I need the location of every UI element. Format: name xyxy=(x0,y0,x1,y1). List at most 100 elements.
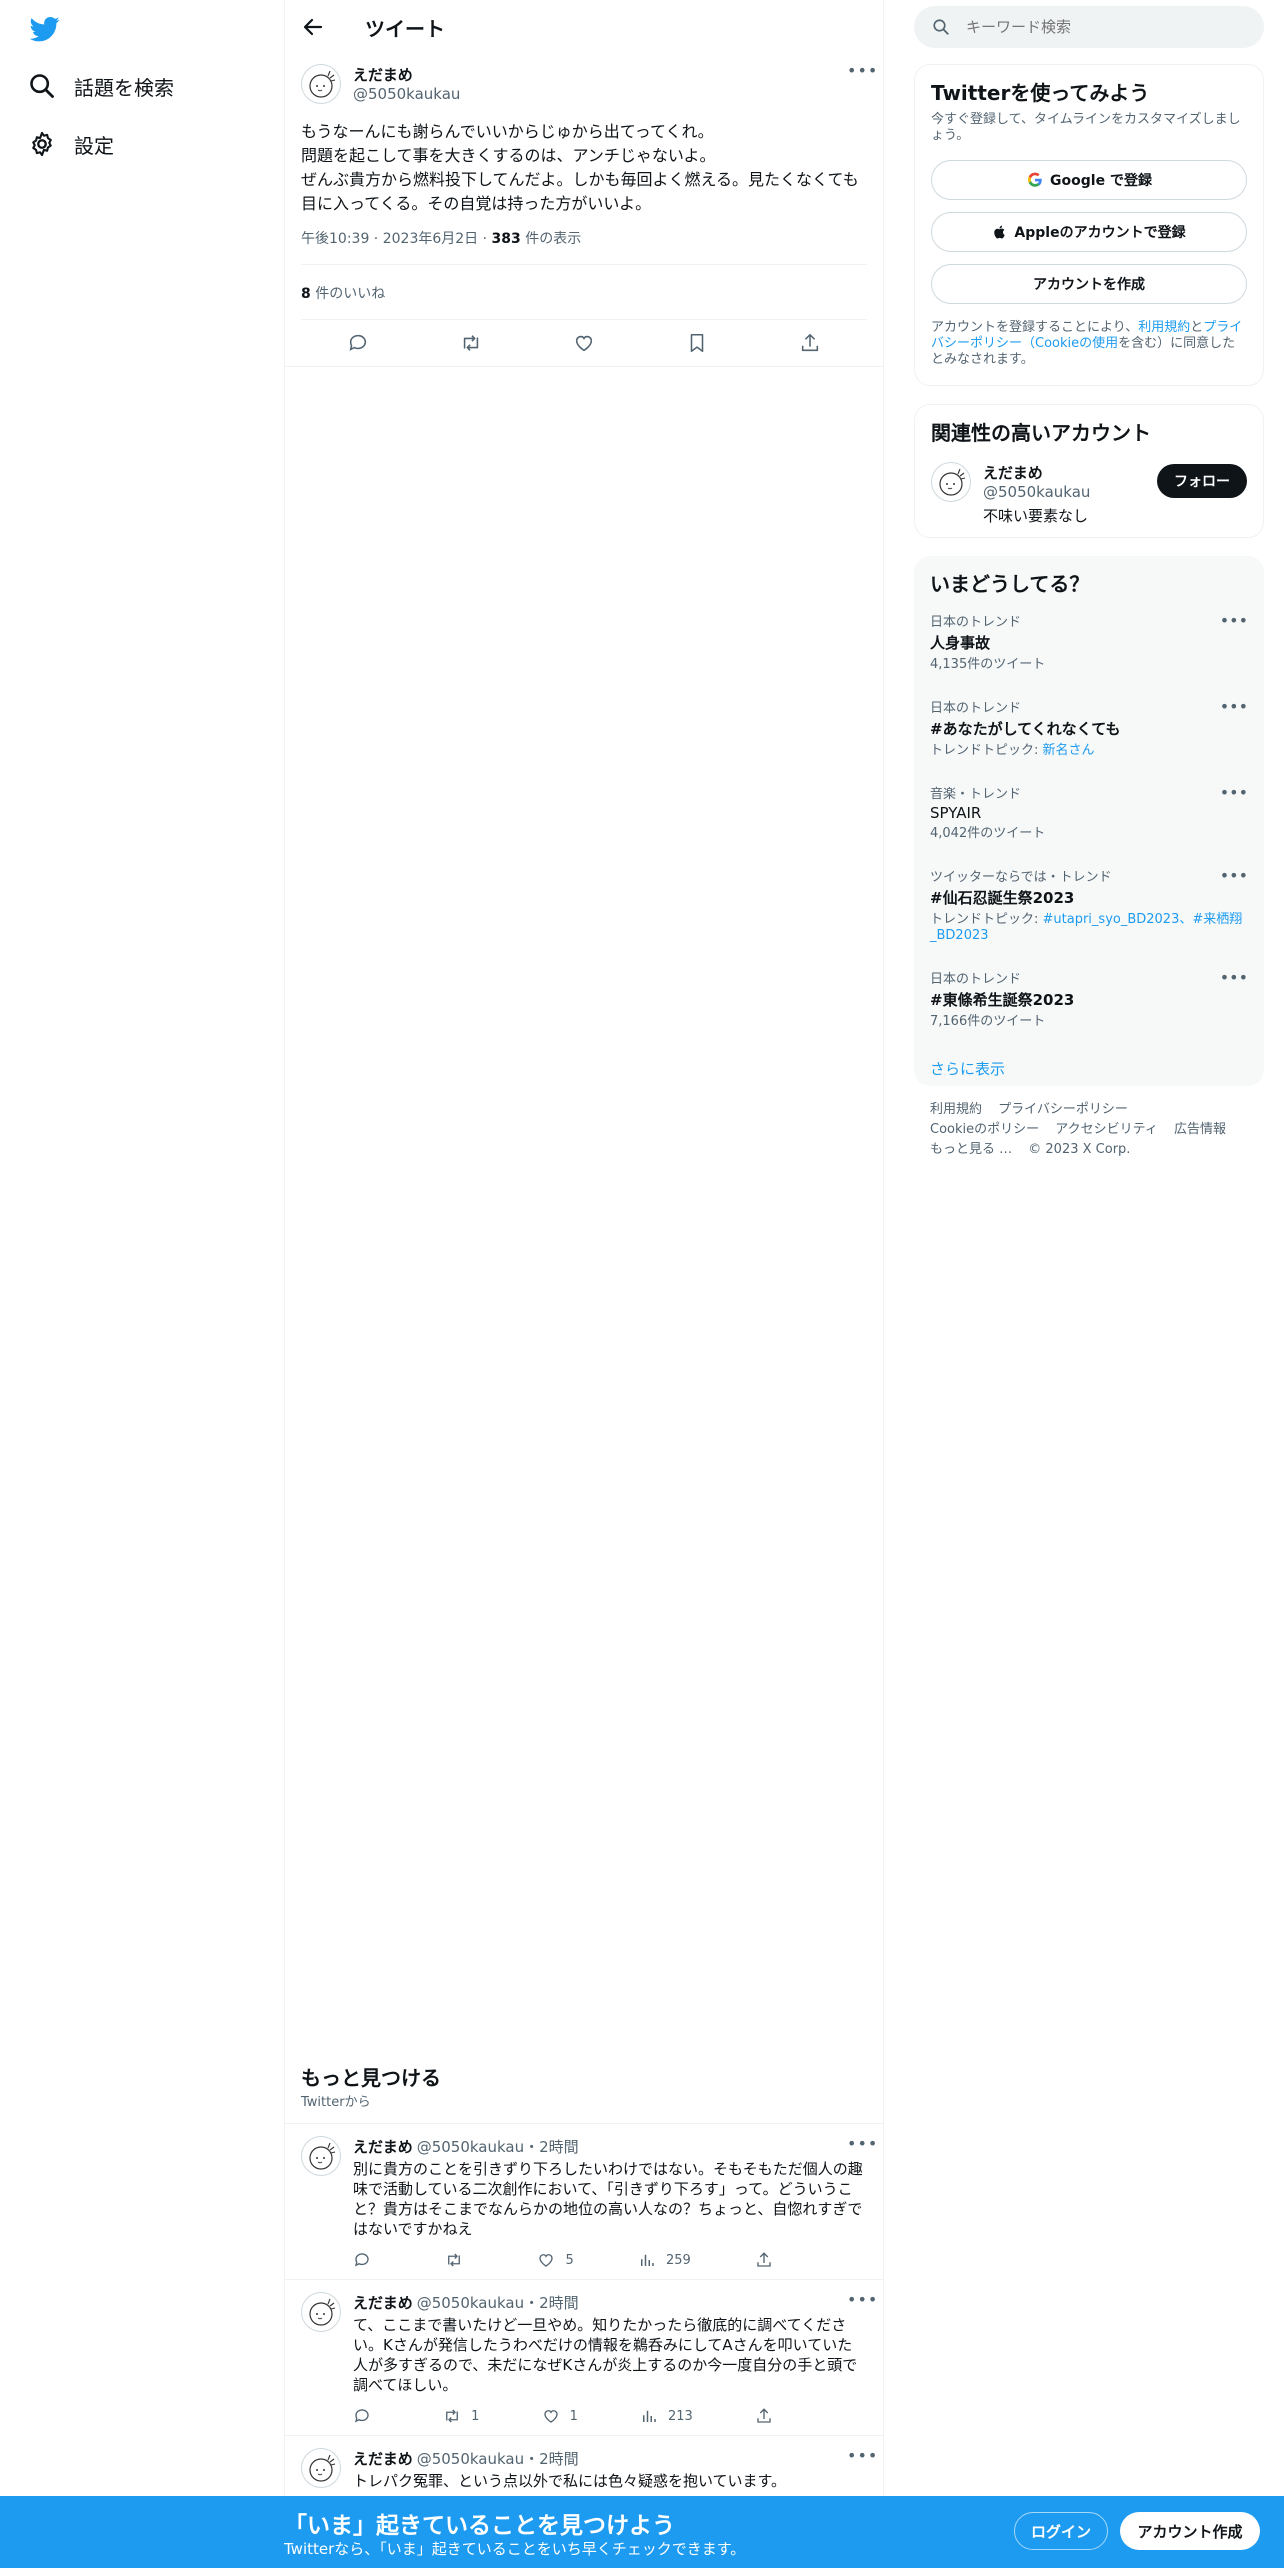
avatar[interactable] xyxy=(301,2448,341,2488)
google-signup-button[interactable]: Google で登録 xyxy=(931,160,1247,200)
discover-title: もっと見つける xyxy=(301,2066,441,2090)
author-handle[interactable]: @5050kaukau xyxy=(353,85,847,103)
like-button[interactable]: 5 xyxy=(537,2251,574,2269)
discover-more-section: もっと見つける Twitterから えだまめ @5050kaukau・2時間 •… xyxy=(285,2062,883,2502)
post-time[interactable]: ・2時間 xyxy=(524,2294,579,2312)
feed-tweet[interactable]: えだまめ @5050kaukau・2時間 ••• て、ここまで書いたけど一旦やめ… xyxy=(285,2280,883,2436)
footer-link-more[interactable]: もっと見る … xyxy=(930,1140,1012,1160)
gear-icon xyxy=(32,131,52,157)
avatar[interactable] xyxy=(301,2136,341,2176)
terms-link[interactable]: 利用規約 xyxy=(1138,320,1190,335)
trend-sub-text: 4,042件のツイート xyxy=(930,826,1046,841)
bookmark-icon[interactable] xyxy=(686,332,708,354)
like-count: 1 xyxy=(569,2408,578,2424)
author-handle: @5050kaukau・2時間 xyxy=(417,2136,847,2157)
handle-text[interactable]: @5050kaukau xyxy=(417,2294,524,2312)
author-name[interactable]: えだまめ xyxy=(353,2448,413,2469)
related-name[interactable]: えだまめ xyxy=(983,462,1157,483)
follow-button[interactable]: フォロー xyxy=(1157,464,1247,498)
feed-tweet[interactable]: えだまめ @5050kaukau・2時間 ••• トレパク冤罪、という点以外で私… xyxy=(285,2436,883,2502)
like-button[interactable]: 1 xyxy=(542,2407,578,2425)
views-button[interactable]: 259 xyxy=(638,2251,691,2269)
handle-text[interactable]: @5050kaukau xyxy=(417,2138,524,2156)
retweet-icon[interactable] xyxy=(460,332,482,354)
more-options-icon[interactable]: ••• xyxy=(1220,783,1248,802)
more-options-icon[interactable]: ••• xyxy=(847,2447,877,2469)
reply-icon[interactable] xyxy=(347,332,369,354)
signup-title: Twitterを使ってみよう xyxy=(931,81,1150,105)
twitter-bird-icon[interactable] xyxy=(28,14,62,44)
retweet-count: 1 xyxy=(471,2408,480,2424)
handle-text[interactable]: @5050kaukau xyxy=(417,2450,524,2468)
more-options-icon[interactable]: ••• xyxy=(1220,866,1248,885)
tweet-time[interactable]: 午後10:39 xyxy=(301,231,369,247)
search-input[interactable] xyxy=(966,18,1226,36)
show-more-link[interactable]: さらに表示 xyxy=(930,1058,1248,1079)
signup-terms: アカウントを登録することにより、利用規約とプライバシーポリシー（Cookieの使… xyxy=(931,320,1247,368)
more-options-icon[interactable]: ••• xyxy=(847,2135,877,2157)
footer-link-cookies[interactable]: Cookieのポリシー xyxy=(930,1120,1039,1140)
trend-sub-text: トレンドトピック: xyxy=(930,912,1043,927)
author-name[interactable]: えだまめ xyxy=(353,2136,413,2157)
avatar[interactable] xyxy=(301,2292,341,2332)
trend-subtitle: トレンドトピック: #utapri_syo_BD2023、#来栖翔_BD2023 xyxy=(930,912,1248,944)
share-button[interactable] xyxy=(755,2251,783,2269)
avatar[interactable] xyxy=(301,64,341,104)
terms-and: と xyxy=(1190,320,1204,335)
google-icon xyxy=(1028,172,1042,187)
reply-button[interactable] xyxy=(353,2407,381,2425)
footer-link-privacy[interactable]: プライバシーポリシー xyxy=(998,1100,1128,1120)
trend-sub-text: 7,166件のツイート xyxy=(930,1014,1046,1029)
trend-item[interactable]: 音楽・トレンド SPYAIR 4,042件のツイート ••• xyxy=(930,783,1248,842)
footer-copyright: © 2023 X Corp. xyxy=(1028,1142,1131,1157)
more-options-icon[interactable]: ••• xyxy=(847,63,877,84)
retweet-button[interactable]: 1 xyxy=(443,2407,479,2425)
login-button[interactable]: ログイン xyxy=(1014,2512,1108,2550)
views-button[interactable]: 213 xyxy=(640,2407,693,2425)
more-options-icon[interactable]: ••• xyxy=(1220,611,1248,630)
feed-tweet[interactable]: えだまめ @5050kaukau・2時間 ••• 別に貴方のことを引きずり下ろし… xyxy=(285,2124,883,2280)
trend-item[interactable]: 日本のトレンド #東條希生誕祭2023 7,166件のツイート ••• xyxy=(930,968,1248,1030)
author-handle: @5050kaukau・2時間 xyxy=(417,2448,847,2469)
sidebar-item-label: 話題を検索 xyxy=(74,75,174,100)
trend-item[interactable]: ツイッターならでは・トレンド #仙石忍誕生祭2023 トレンドトピック: #ut… xyxy=(930,866,1248,944)
apple-signup-button[interactable]: Appleのアカウントで登録 xyxy=(931,212,1247,252)
post-time[interactable]: ・2時間 xyxy=(524,2450,579,2468)
footer-link-accessibility[interactable]: アクセシビリティ xyxy=(1055,1120,1158,1140)
more-options-icon[interactable]: ••• xyxy=(1220,968,1248,987)
more-options-icon[interactable]: ••• xyxy=(1220,697,1248,716)
share-icon[interactable] xyxy=(799,332,821,354)
reply-button[interactable] xyxy=(353,2251,381,2269)
sidebar-item-settings[interactable]: 設定 xyxy=(28,124,114,164)
related-bio: 不味い要素なし xyxy=(983,507,1089,525)
signup-button[interactable]: アカウント作成 xyxy=(1120,2512,1260,2550)
author-name[interactable]: えだまめ xyxy=(353,64,847,85)
retweet-button[interactable] xyxy=(445,2251,473,2269)
signup-card: Twitterを使ってみよう 今すぐ登録して、タイムラインをカスタマイズしましょ… xyxy=(914,64,1264,386)
trend-category: 日本のトレンド xyxy=(930,701,1022,716)
related-account[interactable]: えだまめ @5050kaukau 不味い要素なし フォロー xyxy=(931,462,1247,526)
create-account-button[interactable]: アカウントを作成 xyxy=(931,264,1247,304)
retweet-icon xyxy=(446,2409,459,2423)
footer-link-terms[interactable]: 利用規約 xyxy=(930,1100,982,1120)
share-button[interactable] xyxy=(755,2407,783,2425)
like-icon[interactable] xyxy=(573,332,595,354)
search-box[interactable] xyxy=(914,6,1264,48)
trend-item[interactable]: 日本のトレンド #あなたがしてくれなくても トレンドトピック: 新名さん ••• xyxy=(930,697,1248,759)
tweet-date[interactable]: 2023年6月2日 xyxy=(383,231,478,247)
trend-sub-link[interactable]: 新名さん xyxy=(1043,743,1095,758)
sidebar-item-explore[interactable]: 話題を検索 xyxy=(28,66,174,106)
trend-item[interactable]: 日本のトレンド 人身事故 4,135件のツイート ••• xyxy=(930,611,1248,673)
avatar[interactable] xyxy=(931,462,971,502)
views-count: 213 xyxy=(667,2408,693,2424)
likes-row[interactable]: 8 件のいいね xyxy=(301,265,867,320)
create-account-label: アカウントを作成 xyxy=(1033,277,1145,293)
back-arrow-icon[interactable] xyxy=(301,15,325,39)
footer-link-ads[interactable]: 広告情報 xyxy=(1174,1120,1226,1140)
author-name[interactable]: えだまめ xyxy=(353,2292,413,2313)
more-options-icon[interactable]: ••• xyxy=(847,2291,877,2313)
related-handle[interactable]: @5050kaukau xyxy=(983,483,1157,501)
trend-name: #あなたがしてくれなくても xyxy=(930,720,1121,738)
analytics-icon xyxy=(642,2410,656,2422)
post-time[interactable]: ・2時間 xyxy=(524,2138,579,2156)
